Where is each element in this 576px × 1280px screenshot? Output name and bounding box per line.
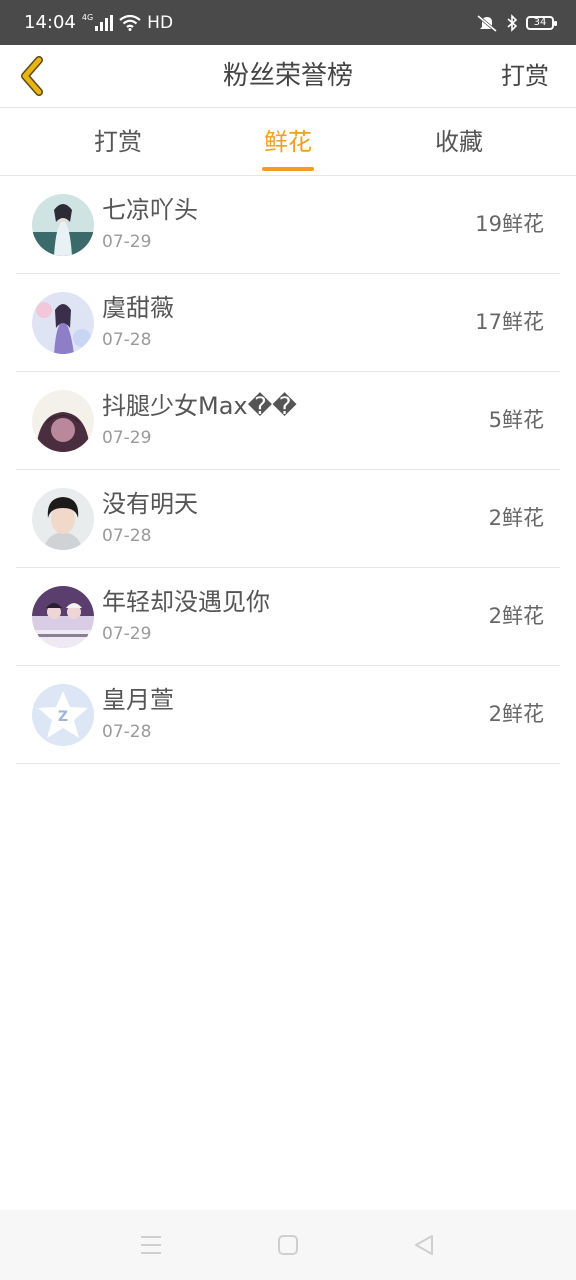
user-name: 没有明天 bbox=[102, 490, 198, 518]
system-nav-bar bbox=[0, 1210, 576, 1280]
date: 07-29 bbox=[102, 428, 152, 448]
menu-icon[interactable] bbox=[137, 1232, 165, 1258]
tab-label: 打赏 bbox=[94, 128, 142, 156]
list-item[interactable]: 抖腿少女Max�� 07-29 5鲜花 bbox=[16, 372, 560, 470]
reward-button[interactable]: 打赏 bbox=[501, 45, 549, 107]
clock: 14:04 bbox=[24, 12, 76, 33]
user-name: 七凉吖头 bbox=[102, 196, 198, 224]
user-name: 抖腿少女Max�� bbox=[102, 392, 297, 420]
flower-count: 5鲜花 bbox=[488, 408, 544, 432]
date: 07-29 bbox=[102, 624, 152, 644]
flower-count: 2鲜花 bbox=[488, 604, 544, 628]
hd-indicator: HD bbox=[147, 12, 174, 33]
avatar bbox=[32, 390, 94, 452]
status-bar: 14:04 4G HD 34 bbox=[0, 0, 576, 45]
fan-ranking-list: 七凉吖头 07-29 19鲜花 虞甜薇 07-28 17鲜花 抖腿少女Max��… bbox=[16, 176, 560, 764]
flower-count: 2鲜花 bbox=[488, 506, 544, 530]
list-item[interactable]: 虞甜薇 07-28 17鲜花 bbox=[16, 274, 560, 372]
user-name: 年轻却没遇见你 bbox=[102, 588, 270, 616]
date: 07-28 bbox=[102, 330, 152, 350]
active-tab-indicator bbox=[262, 167, 314, 171]
tab-favorites[interactable]: 收藏 bbox=[399, 108, 519, 175]
user-name: 皇月萱 bbox=[102, 686, 174, 714]
flower-count: 19鲜花 bbox=[475, 212, 544, 236]
list-item[interactable]: 没有明天 07-28 2鲜花 bbox=[16, 470, 560, 568]
wifi-icon bbox=[119, 14, 141, 31]
battery-icon: 34 bbox=[526, 15, 557, 30]
home-icon[interactable] bbox=[274, 1232, 302, 1258]
tab-label: 鲜花 bbox=[264, 128, 312, 156]
battery-level: 34 bbox=[533, 16, 547, 28]
avatar bbox=[32, 488, 94, 550]
flower-count: 2鲜花 bbox=[488, 702, 544, 726]
avatar: Z bbox=[32, 684, 94, 746]
list-item[interactable]: 七凉吖头 07-29 19鲜花 bbox=[16, 176, 560, 274]
app-header: 粉丝荣誉榜 打赏 bbox=[0, 45, 576, 108]
list-item[interactable]: 年轻却没遇见你 07-29 2鲜花 bbox=[16, 568, 560, 666]
bluetooth-icon bbox=[507, 13, 518, 32]
avatar bbox=[32, 292, 94, 354]
avatar bbox=[32, 194, 94, 256]
status-right: 34 bbox=[476, 13, 557, 32]
list-item[interactable]: Z 皇月萱 07-28 2鲜花 bbox=[16, 666, 560, 764]
date: 07-29 bbox=[102, 232, 152, 252]
flower-count: 17鲜花 bbox=[475, 310, 544, 334]
user-name: 虞甜薇 bbox=[102, 294, 174, 322]
tab-reward[interactable]: 打赏 bbox=[58, 108, 178, 175]
date: 07-28 bbox=[102, 722, 152, 742]
network-type: 4G bbox=[81, 13, 94, 22]
mute-icon bbox=[477, 14, 497, 32]
svg-text:Z: Z bbox=[58, 709, 68, 725]
signal-icon bbox=[95, 14, 114, 31]
tab-bar: 打赏 鲜花 收藏 bbox=[0, 108, 576, 176]
tab-label: 收藏 bbox=[435, 128, 483, 156]
tab-flowers[interactable]: 鲜花 bbox=[228, 108, 348, 175]
status-left: 14:04 4G HD bbox=[24, 12, 173, 33]
avatar bbox=[32, 586, 94, 648]
page-title: 粉丝荣誉榜 bbox=[222, 61, 353, 91]
back-nav-icon[interactable] bbox=[410, 1232, 438, 1258]
date: 07-28 bbox=[102, 526, 152, 546]
